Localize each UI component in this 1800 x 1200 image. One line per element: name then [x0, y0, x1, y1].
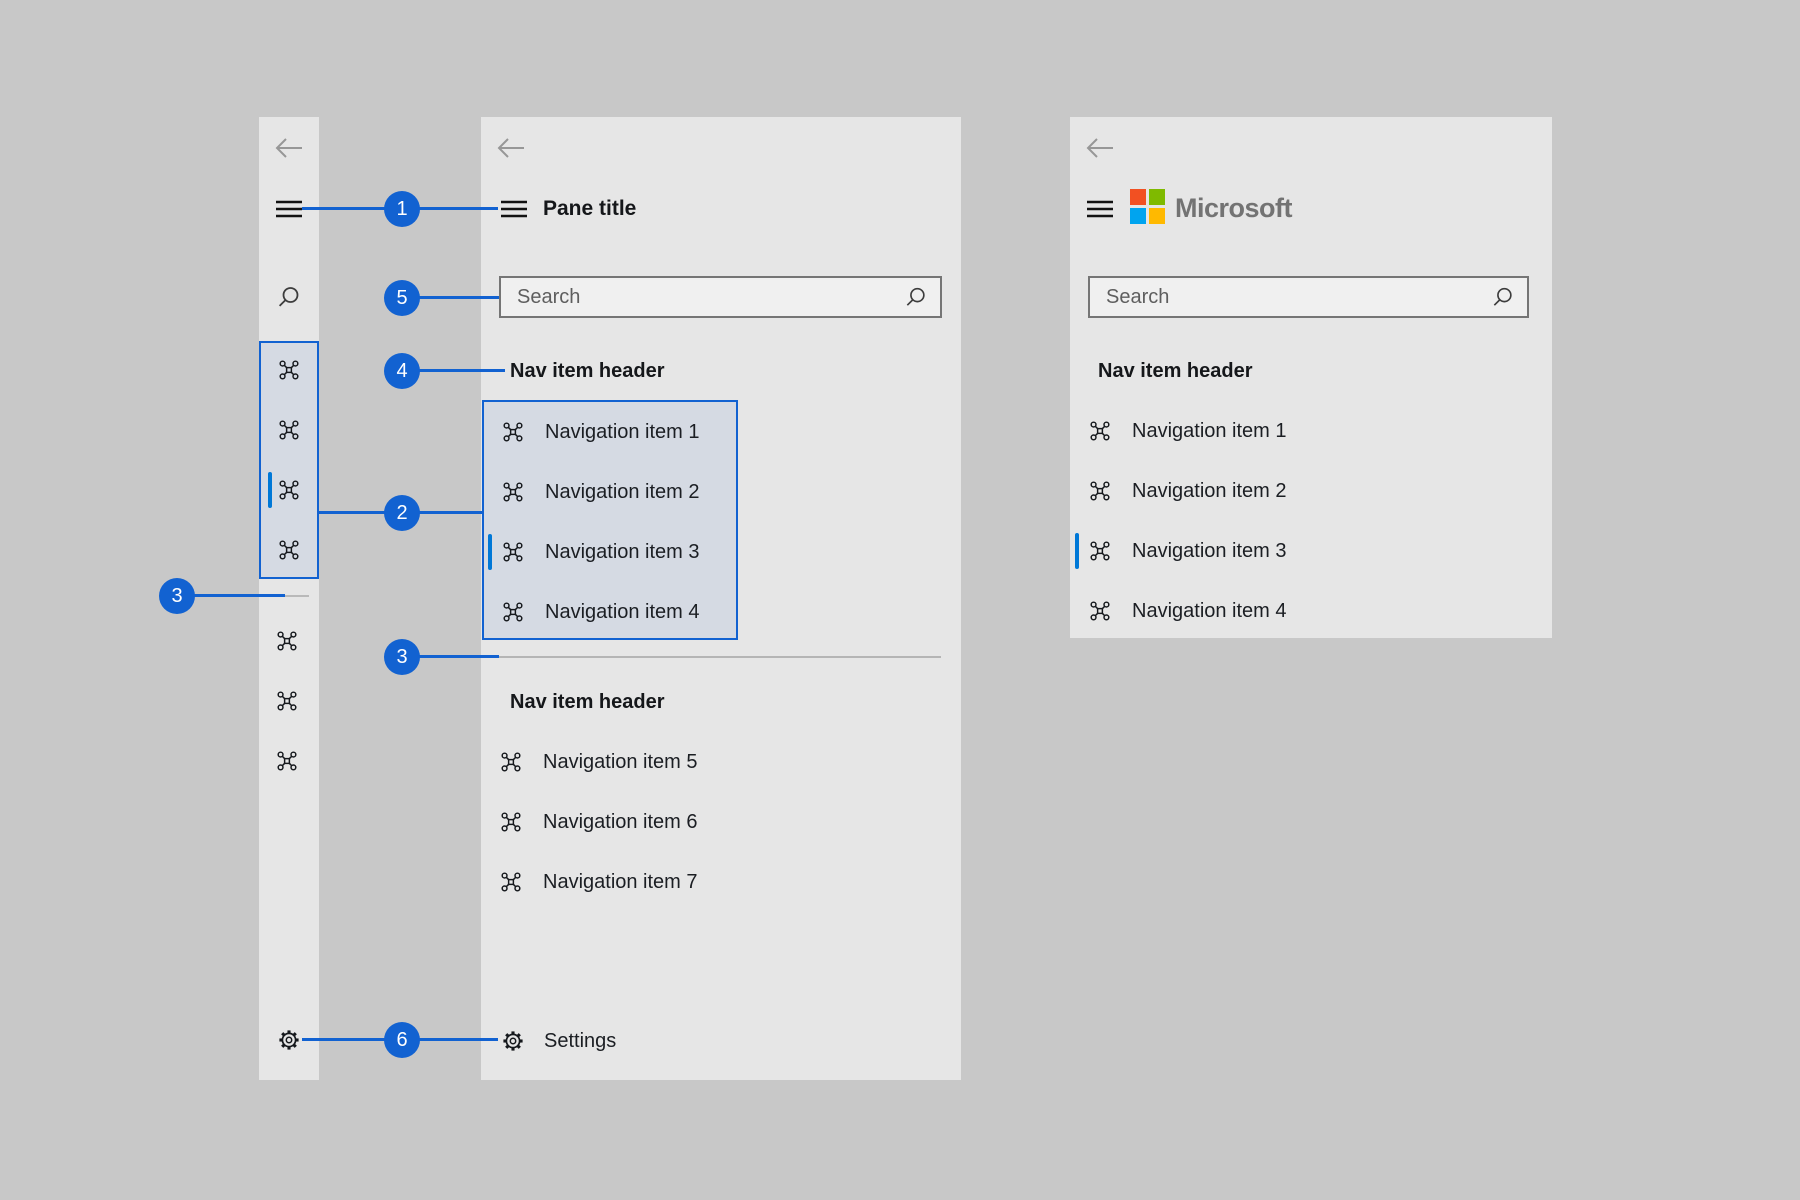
nav-item-label: Navigation item 1 [1132, 419, 1287, 442]
rail-nav-item-5[interactable] [276, 630, 298, 652]
nav-item-label: Navigation item 3 [545, 540, 700, 563]
annotation-highlight-box-items: Navigation item 1 Navigation item 2 Navi… [482, 400, 738, 640]
rail-nav-item-1[interactable] [278, 359, 300, 381]
hamburger-icon [275, 200, 303, 218]
callout-badge-1: 1 [384, 191, 420, 227]
callout-badge-3-middle: 3 [384, 639, 420, 675]
placeholder-icon [276, 750, 298, 772]
nav-item-navigation-item-3[interactable]: Navigation item 3 [1070, 521, 1552, 581]
placeholder-icon [278, 479, 300, 501]
rail-nav-item-2[interactable] [278, 419, 300, 441]
rail-nav-item-4[interactable] [278, 539, 300, 561]
compact-nav-pane [259, 117, 319, 1080]
nav-item-label: Navigation item 2 [545, 480, 700, 503]
placeholder-icon [1089, 480, 1111, 502]
placeholder-icon [278, 419, 300, 441]
placeholder-icon [276, 690, 298, 712]
nav-item-label: Navigation item 4 [545, 600, 700, 623]
nav-item-label: Navigation item 4 [1132, 599, 1287, 622]
nav-item-navigation-item-7[interactable]: Navigation item 7 [481, 852, 961, 912]
back-button[interactable] [273, 136, 305, 160]
search-box[interactable] [1088, 276, 1529, 318]
callout-badge-3-left: 3 [159, 578, 195, 614]
microsoft-logo [1130, 189, 1165, 224]
ms-logo-square-yellow [1149, 208, 1165, 224]
expanded-nav-pane: Pane title Nav item header Navigation it… [481, 117, 961, 1080]
placeholder-icon [1089, 540, 1111, 562]
placeholder-icon [500, 751, 522, 773]
selection-indicator [1075, 533, 1079, 569]
placeholder-icon [502, 601, 524, 623]
nav-item-label: Navigation item 1 [545, 420, 700, 443]
menu-button[interactable] [1086, 200, 1114, 218]
search-box[interactable] [499, 276, 942, 318]
pane-separator [499, 656, 941, 658]
microsoft-wordmark: Microsoft [1175, 193, 1293, 223]
ms-logo-square-blue [1130, 208, 1146, 224]
nav-item-label: Navigation item 6 [543, 810, 698, 833]
placeholder-icon [500, 871, 522, 893]
nav-item-navigation-item-6[interactable]: Navigation item 6 [481, 792, 961, 852]
hamburger-icon [1086, 200, 1114, 218]
settings-button[interactable] [277, 1028, 301, 1052]
callout-badge-6: 6 [384, 1022, 420, 1058]
menu-button[interactable] [275, 200, 303, 218]
back-arrow-icon [1084, 136, 1116, 160]
magnifier-icon [904, 285, 928, 309]
nav-item-navigation-item-1[interactable]: Navigation item 1 [1070, 401, 1552, 461]
nav-item-navigation-item-3[interactable]: Navigation item 3 [484, 522, 736, 582]
nav-item-label: Navigation item 5 [543, 750, 698, 773]
settings-button[interactable]: Settings [481, 1011, 961, 1071]
annotation-highlight-box-rail [259, 341, 319, 579]
placeholder-icon [500, 811, 522, 833]
search-input[interactable] [517, 285, 904, 309]
gear-icon [501, 1029, 525, 1053]
placeholder-icon [278, 359, 300, 381]
settings-label: Settings [544, 1029, 617, 1052]
callout-badge-4: 4 [384, 353, 420, 389]
nav-item-label: Navigation item 2 [1132, 479, 1287, 502]
ms-logo-square-green [1149, 189, 1165, 205]
nav-item-header: Nav item header [510, 360, 665, 382]
search-input[interactable] [1106, 285, 1491, 309]
placeholder-icon [276, 630, 298, 652]
placeholder-icon [1089, 420, 1111, 442]
canvas: Pane title Nav item header Navigation it… [0, 0, 1800, 1200]
nav-item-label: Navigation item 7 [543, 870, 698, 893]
back-button[interactable] [495, 136, 527, 160]
nav-item-navigation-item-4[interactable]: Navigation item 4 [484, 582, 736, 642]
nav-item-label: Navigation item 3 [1132, 539, 1287, 562]
back-button[interactable] [1084, 136, 1116, 160]
callout-badge-2: 2 [384, 495, 420, 531]
selection-indicator [268, 472, 272, 508]
callout-badge-5: 5 [384, 280, 420, 316]
back-arrow-icon [273, 136, 305, 160]
nav-item-navigation-item-4[interactable]: Navigation item 4 [1070, 581, 1552, 641]
magnifier-icon [276, 284, 302, 310]
example-nav-pane: Microsoft Nav item header Navigation ite… [1070, 117, 1552, 638]
hamburger-icon [500, 200, 528, 218]
rail-nav-item-6[interactable] [276, 690, 298, 712]
nav-item-header: Nav item header [510, 691, 665, 713]
placeholder-icon [278, 539, 300, 561]
nav-item-navigation-item-2[interactable]: Navigation item 2 [484, 462, 736, 522]
rail-nav-item-3[interactable] [278, 479, 300, 501]
nav-item-header: Nav item header [1098, 360, 1253, 382]
placeholder-icon [502, 421, 524, 443]
ms-logo-square-red [1130, 189, 1146, 205]
back-arrow-icon [495, 136, 527, 160]
nav-item-navigation-item-2[interactable]: Navigation item 2 [1070, 461, 1552, 521]
placeholder-icon [1089, 600, 1111, 622]
search-button[interactable] [276, 284, 302, 310]
menu-button[interactable] [500, 200, 528, 218]
rail-nav-item-7[interactable] [276, 750, 298, 772]
pane-title: Pane title [543, 197, 637, 220]
selection-indicator [488, 534, 492, 570]
nav-item-navigation-item-1[interactable]: Navigation item 1 [484, 402, 736, 462]
nav-item-navigation-item-5[interactable]: Navigation item 5 [481, 732, 961, 792]
magnifier-icon [1491, 285, 1515, 309]
placeholder-icon [502, 481, 524, 503]
placeholder-icon [502, 541, 524, 563]
gear-icon [277, 1028, 301, 1052]
